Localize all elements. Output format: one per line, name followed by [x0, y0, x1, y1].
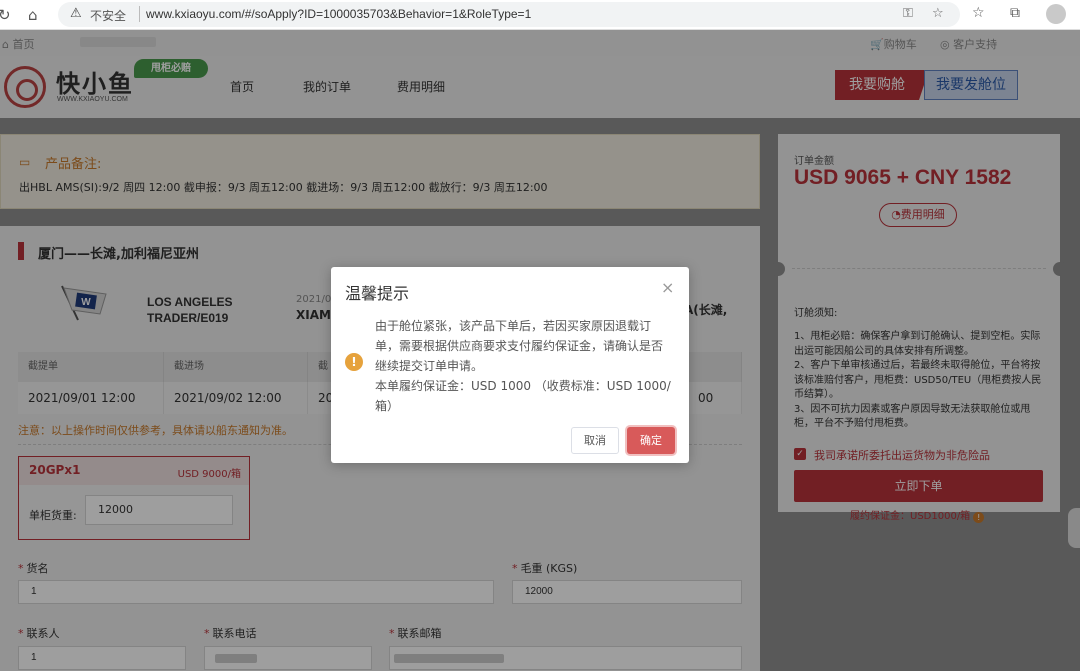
cancel-button[interactable]: 取消: [571, 427, 619, 454]
warning-icon[interactable]: ⚠: [70, 6, 82, 21]
dialog-message: 由于舱位紧张，该产品下单后，若因买家原因退载订单，需要根据供应商要求支付履约保证…: [375, 319, 671, 413]
close-icon[interactable]: ×: [661, 278, 674, 297]
security-label: 不安全: [90, 9, 127, 23]
favorites-list-icon[interactable]: ☆: [972, 5, 985, 21]
browser-toolbar: ↻ ⌂ ⚠ 不安全 www.kxiaoyu.com/#/soApply?ID=1…: [0, 0, 1080, 30]
profile-avatar[interactable]: [1046, 4, 1066, 24]
url-text[interactable]: www.kxiaoyu.com/#/soApply?ID=1000035703&…: [146, 7, 531, 21]
dialog-title: 温馨提示: [345, 284, 410, 303]
divider: [139, 6, 140, 22]
confirm-button[interactable]: 确定: [627, 427, 675, 454]
home-icon[interactable]: ⌂: [28, 6, 38, 24]
favorite-star-icon[interactable]: ☆: [932, 6, 944, 21]
warm-reminder-dialog: 温馨提示 × ! 由于舱位紧张，该产品下单后，若因买家原因退载订单，需要根据供应…: [331, 267, 689, 463]
warning-icon: !: [345, 353, 363, 371]
reload-icon[interactable]: ↻: [0, 6, 11, 24]
collections-icon[interactable]: ⧉: [1010, 5, 1020, 21]
address-bar[interactable]: ⚠ 不安全 www.kxiaoyu.com/#/soApply?ID=10000…: [58, 2, 960, 27]
key-icon[interactable]: ⚿: [903, 6, 913, 21]
